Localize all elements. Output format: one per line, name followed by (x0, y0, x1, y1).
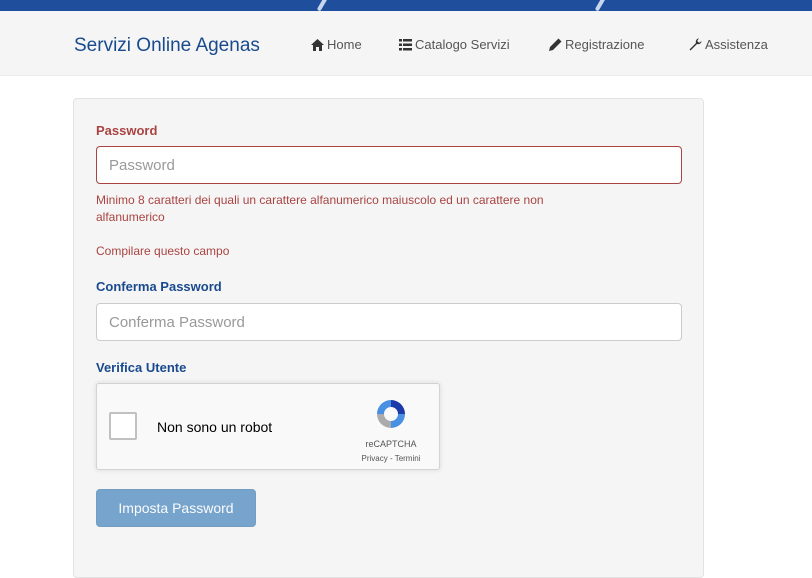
verify-user-label: Verifica Utente (96, 360, 187, 375)
nav-home-label: Home (327, 37, 362, 52)
nav-catalogo[interactable]: Catalogo Servizi (399, 37, 510, 52)
password-label: Password (96, 123, 158, 138)
recaptcha-widget: Non sono un robot reCAPTCHA Privacy - Te… (96, 383, 440, 470)
top-banner (0, 0, 812, 11)
nav-home[interactable]: Home (311, 37, 362, 52)
password-hint-line2: alfanumerico (96, 210, 165, 224)
nav-catalogo-label: Catalogo Servizi (415, 37, 510, 52)
password-error: Compilare questo campo (96, 244, 230, 258)
nav-registrazione-label: Registrazione (565, 37, 645, 52)
nav-assistenza[interactable]: Assistenza (689, 37, 768, 52)
recaptcha-logo-icon (373, 396, 409, 432)
set-password-button[interactable]: Imposta Password (96, 489, 256, 527)
password-field[interactable] (96, 146, 682, 184)
banner-decoration (594, 0, 610, 11)
recaptcha-checkbox[interactable] (109, 412, 137, 440)
brand-title[interactable]: Servizi Online Agenas (74, 35, 260, 57)
recaptcha-terms-link[interactable]: Privacy - Termini (351, 454, 431, 463)
home-icon (311, 38, 324, 51)
banner-decoration (316, 0, 332, 11)
nav-assistenza-label: Assistenza (705, 37, 768, 52)
password-hint: Minimo 8 caratteri dei quali un caratter… (96, 192, 544, 226)
confirm-password-label: Conferma Password (96, 279, 222, 294)
password-hint-line1: Minimo 8 caratteri dei quali un caratter… (96, 193, 544, 207)
wrench-icon (689, 38, 702, 51)
nav-registrazione[interactable]: Registrazione (549, 37, 645, 52)
recaptcha-brand: reCAPTCHA (365, 439, 417, 449)
pencil-icon (549, 38, 562, 51)
navbar: Servizi Online Agenas Home Catalogo Serv… (0, 11, 812, 76)
confirm-password-field[interactable] (96, 303, 682, 341)
recaptcha-label: Non sono un robot (157, 419, 273, 435)
list-icon (399, 38, 412, 51)
